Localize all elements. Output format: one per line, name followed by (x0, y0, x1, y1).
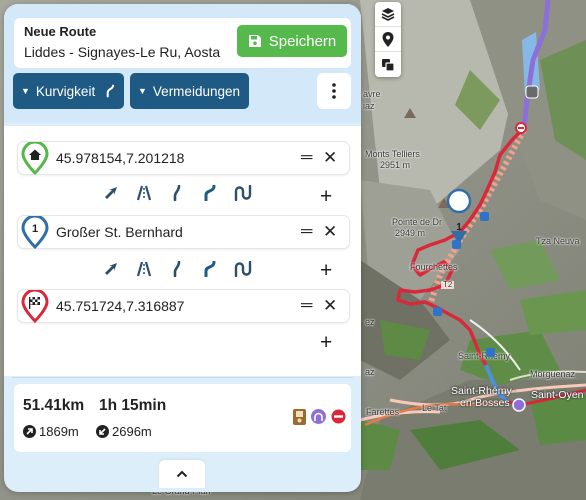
curviness-dropdown-button[interactable]: ▼ Kurvigkeit (13, 73, 124, 109)
route-ascent-value: 1869m (39, 424, 79, 439)
drag-handle-icon[interactable]: ═ (301, 149, 312, 167)
avoid-dropdown-button[interactable]: ▼ Vermeidungen (130, 73, 249, 109)
waypoint-destination-label: 45.751724,7.316887 (56, 298, 185, 314)
chevron-up-icon (176, 470, 188, 478)
map-label-saint-rhemy-bosses-1: Saint-Rhémy- (451, 385, 516, 397)
map-label-saint-rhemy: Saint-Rhémy (458, 351, 511, 361)
map-label-morgueniaz: Morguenaz (530, 369, 576, 379)
collapse-panel-button[interactable] (159, 460, 205, 488)
route-summary: 51.41km 1h 15min 1869m 2696m (14, 384, 351, 452)
waypoint-start-label: 45.978154,7.201218 (56, 150, 185, 166)
routing-profile-row-1 (94, 182, 259, 204)
curviness-label: Kurvigkeit (35, 83, 96, 99)
map-label-t2: T2 (441, 280, 455, 290)
map-label-pointe: Pointe de Dr (392, 217, 443, 227)
descent-icon (96, 425, 109, 438)
add-waypoint-button[interactable]: + (320, 332, 332, 353)
route-name-input[interactable]: Liddes - Signayes-Le Ru, Aosta (24, 44, 220, 60)
map-pin-icon (382, 31, 394, 47)
no-entry-icon[interactable] (331, 409, 346, 424)
remove-waypoint-button[interactable]: ✕ (323, 296, 337, 316)
vertical-ellipsis-icon (332, 83, 336, 99)
svg-text:1: 1 (32, 223, 38, 235)
waypoint-start[interactable]: 45.978154,7.201218 ═ ✕ (18, 142, 349, 176)
extra-curvy-profile-icon-active[interactable] (193, 182, 226, 204)
add-waypoint-button[interactable]: + (320, 260, 332, 281)
map-label-avre: avre (363, 89, 381, 99)
drag-handle-icon[interactable]: ═ (301, 223, 312, 241)
remove-waypoint-button[interactable]: ✕ (323, 148, 337, 168)
map-label-le-tat: Le Tat (422, 403, 447, 413)
super-curvy-profile-icon[interactable] (226, 182, 259, 204)
caret-down-icon: ▼ (138, 86, 147, 96)
home-marker-icon (21, 142, 49, 176)
route-warnings (293, 409, 346, 425)
layers-button[interactable] (375, 2, 401, 27)
add-waypoint-button[interactable]: + (320, 186, 332, 207)
super-curvy-profile-icon[interactable] (226, 258, 259, 280)
floppy-disk-icon (248, 35, 261, 47)
toll-road-icon[interactable] (293, 409, 306, 425)
remove-waypoint-button[interactable]: ✕ (323, 222, 337, 242)
waypoint-destination[interactable]: 45.751724,7.316887 ═ ✕ (18, 290, 349, 324)
route-title: Neue Route (24, 24, 97, 39)
map-label-tza-neuva: Tza Neuva (536, 236, 580, 246)
map-controls (375, 2, 401, 77)
copy-icon (382, 58, 395, 72)
extra-curvy-profile-icon-active[interactable] (193, 258, 226, 280)
route-distance: 51.41km (23, 397, 85, 414)
map-label-monts-telliers: Monts Telliers (365, 149, 420, 159)
save-button[interactable]: Speichern (237, 25, 347, 57)
ascent-icon (23, 425, 36, 438)
waypoint-via-1[interactable]: 1 Großer St. Bernhard ═ ✕ (18, 216, 349, 250)
route-descent: 2696m (96, 424, 152, 439)
caret-down-icon: ▼ (21, 86, 30, 96)
panel-divider (12, 377, 353, 378)
tunnel-icon[interactable] (311, 409, 326, 424)
drag-handle-icon[interactable]: ═ (301, 297, 312, 315)
routing-profile-row-2 (94, 258, 259, 280)
route-title-card: Neue Route Liddes - Signayes-Le Ru, Aost… (14, 18, 351, 68)
route-ascent: 1869m (23, 424, 79, 439)
highway-profile-icon[interactable] (127, 182, 160, 204)
layers-icon (381, 8, 395, 21)
curvy-profile-icon[interactable] (160, 182, 193, 204)
map-label-pointe-alt: 2949 m (395, 228, 426, 238)
map-label-fourchettes: Fourchettes (410, 262, 458, 272)
map-label-saint-oyen: Saint-Oyen (531, 389, 584, 401)
curvy-profile-icon[interactable] (160, 258, 193, 280)
save-button-label: Speichern (268, 32, 337, 50)
map-label-farettes: Farettes (366, 407, 400, 417)
locate-button[interactable] (375, 27, 401, 52)
numbered-marker-icon: 1 (21, 216, 49, 250)
waypoint-via-1-label: Großer St. Bernhard (56, 224, 183, 240)
highway-profile-icon[interactable] (127, 258, 160, 280)
map-label-az: az (365, 367, 375, 377)
map-label-iaz: iaz (363, 101, 375, 111)
curvy-road-icon (106, 84, 115, 98)
route-descent-value: 2696m (112, 424, 152, 439)
avoid-label: Vermeidungen (152, 83, 240, 99)
overlay-button[interactable] (375, 52, 401, 77)
map-label-monts-telliers-alt: 2951 m (380, 160, 411, 170)
route-duration: 1h 15min (99, 397, 167, 414)
route-planner-panel: Neue Route Liddes - Signayes-Le Ru, Aost… (4, 4, 361, 492)
more-options-button[interactable] (317, 73, 351, 109)
fastest-profile-icon[interactable] (94, 182, 127, 204)
finish-flag-marker-icon (21, 290, 49, 324)
map-label-saint-rhemy-bosses-2: en-Bosses (460, 397, 510, 409)
fastest-profile-icon[interactable] (94, 258, 127, 280)
map-label-ez: ez (365, 317, 375, 327)
